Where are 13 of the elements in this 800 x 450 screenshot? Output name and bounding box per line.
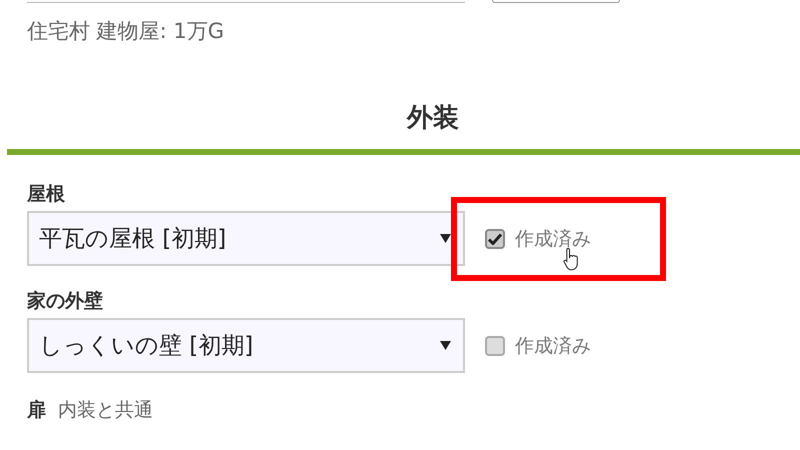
caret-icon [440, 234, 451, 243]
note-text: 内装と共通 [58, 398, 153, 423]
check-icon [488, 232, 502, 244]
dropdown[interactable]: しっくいの壁 [初期] [27, 318, 465, 373]
field-label: 家の外壁 [27, 289, 104, 314]
dropdown[interactable]: 平瓦の屋根 [初期] [27, 211, 465, 266]
built-checkbox[interactable]: 作成済み [485, 226, 591, 252]
built-checkbox[interactable]: 作成済み [485, 332, 591, 358]
section-title: 外装 [406, 102, 460, 135]
info-text: 住宅村 建物屋: 1万G [27, 18, 226, 45]
caret-icon [440, 341, 451, 350]
field-label: 扉 [27, 398, 46, 423]
field-label: 屋根 [27, 182, 66, 207]
